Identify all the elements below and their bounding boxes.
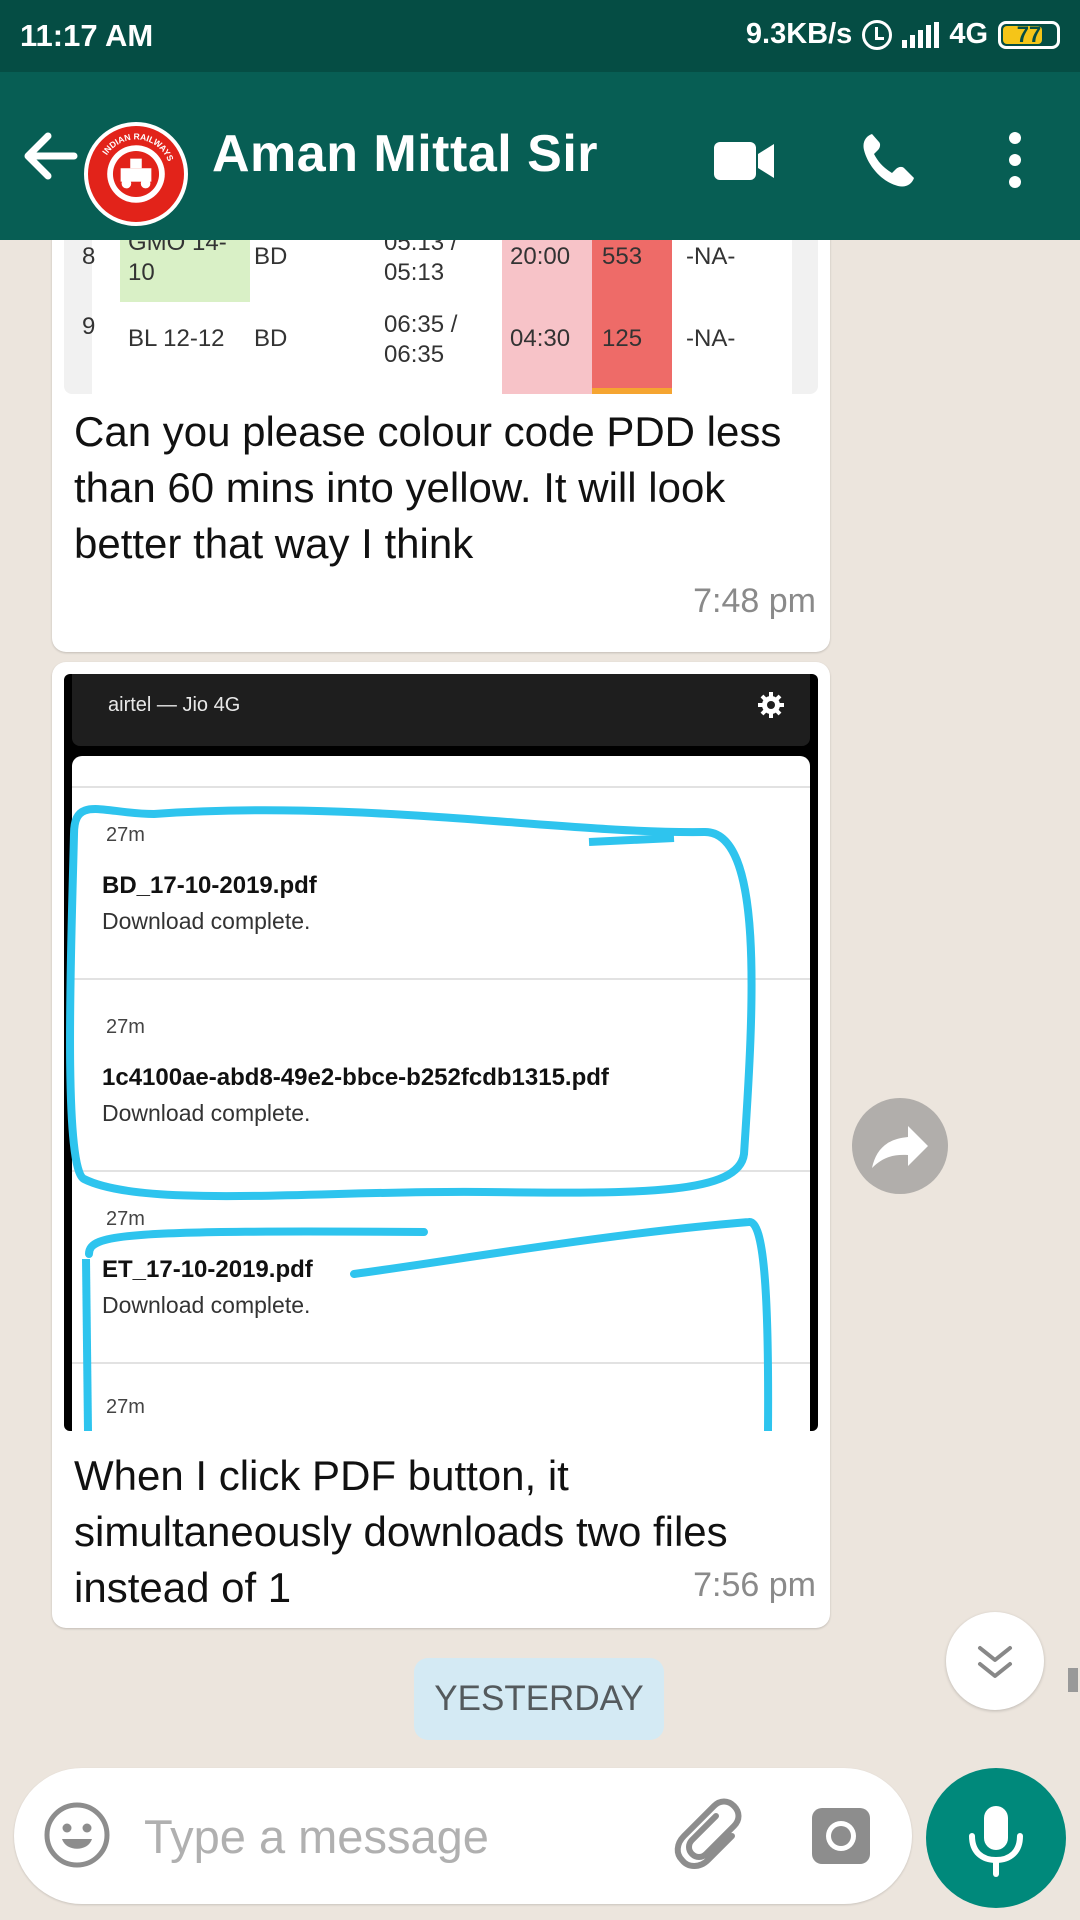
- message-image[interactable]: airtel — Jio 4G 27m BD_17-10-2019.pdf Do…: [64, 674, 818, 1431]
- contact-name[interactable]: Aman Mittal Sir: [212, 124, 598, 184]
- avatar[interactable]: INDIAN RAILWAYS: [84, 122, 188, 226]
- table-cell: 553: [602, 243, 643, 270]
- signal-icon: [902, 21, 940, 48]
- table-cell: BL 12-12: [128, 325, 225, 352]
- message-time: 7:56 pm: [693, 1566, 816, 1604]
- table-cell: 04:30: [510, 325, 571, 352]
- emoji-icon[interactable]: [44, 1802, 110, 1868]
- row-number: 9: [82, 313, 96, 340]
- status-indicators: 9.3KB/s 4G 77: [746, 18, 1060, 51]
- network-speed: 9.3KB/s: [745, 18, 853, 50]
- table-cell: -NA-: [686, 325, 736, 352]
- forward-icon: [872, 1126, 928, 1168]
- table-cell: 125: [602, 325, 643, 352]
- table-cell: 20:00: [510, 243, 571, 270]
- date-divider: YESTERDAY: [414, 1658, 664, 1740]
- microphone-icon: [969, 1806, 1023, 1877]
- table-cell: -NA-: [686, 243, 736, 270]
- table-cell: GMO 14-10: [128, 240, 227, 286]
- double-chevron-down-icon: [978, 1646, 1012, 1678]
- paperclip-icon[interactable]: [674, 1796, 750, 1876]
- alarm-icon: [862, 19, 893, 50]
- chat-area[interactable]: 8 GMO 14-10 BD 05:13 / 05:13 20:00 553 -…: [0, 240, 1080, 1760]
- forward-button[interactable]: [852, 1098, 948, 1194]
- battery-percent: 77: [1016, 21, 1042, 47]
- status-time: 11:17 AM: [20, 18, 154, 53]
- network-type: 4G: [949, 18, 988, 50]
- table-cell: 05:13 / 05:13: [384, 240, 458, 286]
- table-cell: BD: [254, 325, 288, 352]
- phone-call-icon[interactable]: [860, 130, 916, 190]
- more-options-icon[interactable]: [1000, 130, 1030, 190]
- schedule-table: 8 GMO 14-10 BD 05:13 / 05:13 20:00 553 -…: [82, 240, 792, 394]
- video-call-icon[interactable]: [712, 138, 776, 184]
- highlight-marker-annotation: [66, 805, 773, 1431]
- message-input[interactable]: [144, 1796, 664, 1876]
- table-cell: BD: [254, 243, 288, 270]
- camera-icon[interactable]: [810, 1806, 872, 1866]
- scroll-to-bottom-button[interactable]: [946, 1612, 1044, 1710]
- row-number: 8: [82, 243, 96, 270]
- back-arrow-icon[interactable]: [22, 130, 78, 182]
- message-text: Can you please colour code PDD less than…: [74, 408, 782, 567]
- indian-railways-logo-icon: INDIAN RAILWAYS: [89, 127, 183, 221]
- scrollbar-thumb[interactable]: [1068, 1668, 1078, 1692]
- message-image[interactable]: 8 GMO 14-10 BD 05:13 / 05:13 20:00 553 -…: [64, 240, 818, 394]
- message-bubble[interactable]: 8 GMO 14-10 BD 05:13 / 05:13 20:00 553 -…: [52, 240, 830, 652]
- chat-header: INDIAN RAILWAYS Aman Mittal Sir: [0, 72, 1080, 240]
- voice-message-button[interactable]: [926, 1768, 1066, 1908]
- message-composer: [14, 1768, 912, 1904]
- status-bar: 11:17 AM 9.3KB/s 4G 77: [0, 0, 1080, 72]
- table-cell: 06:35 / 06:35: [384, 311, 458, 368]
- message-time: 7:48 pm: [693, 582, 816, 620]
- battery-icon: 77: [998, 20, 1060, 49]
- message-bubble[interactable]: airtel — Jio 4G 27m BD_17-10-2019.pdf Do…: [52, 662, 830, 1628]
